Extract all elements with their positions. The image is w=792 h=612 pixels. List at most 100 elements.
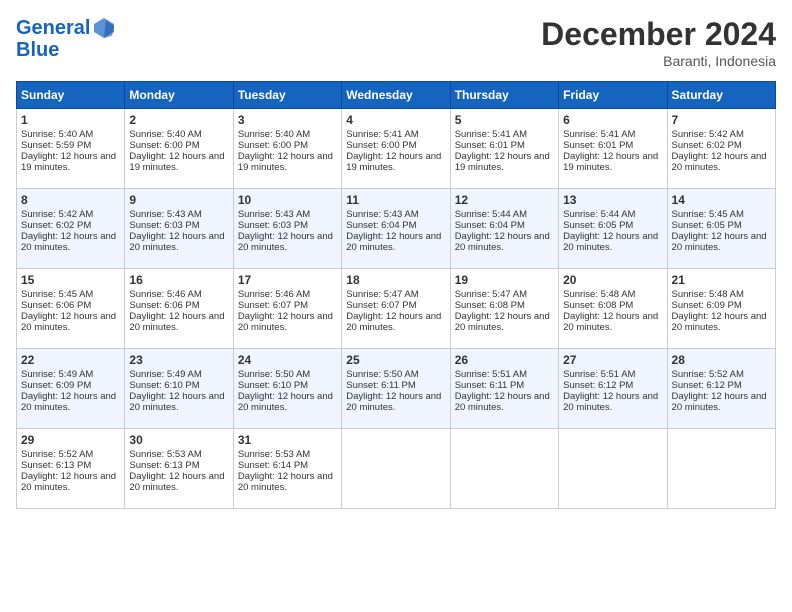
sunrise: Sunrise: 5:42 AM [21, 209, 93, 220]
daylight-label: Daylight: 12 hours and 19 minutes. [21, 151, 116, 173]
calendar-cell: 5Sunrise: 5:41 AMSunset: 6:01 PMDaylight… [450, 109, 558, 189]
sunrise: Sunrise: 5:43 AM [346, 209, 418, 220]
day-number: 31 [238, 433, 337, 447]
daylight-label: Daylight: 12 hours and 19 minutes. [238, 151, 333, 173]
calendar-cell: 13Sunrise: 5:44 AMSunset: 6:05 PMDayligh… [559, 189, 667, 269]
sunset: Sunset: 6:04 PM [346, 220, 416, 231]
sunset: Sunset: 6:07 PM [238, 300, 308, 311]
calendar-cell [342, 429, 450, 509]
daylight-label: Daylight: 12 hours and 20 minutes. [563, 231, 658, 253]
sunrise: Sunrise: 5:40 AM [21, 129, 93, 140]
daylight-label: Daylight: 12 hours and 19 minutes. [455, 151, 550, 173]
calendar-cell: 7Sunrise: 5:42 AMSunset: 6:02 PMDaylight… [667, 109, 775, 189]
daylight-label: Daylight: 12 hours and 20 minutes. [672, 151, 767, 173]
day-number: 29 [21, 433, 120, 447]
weekday-header: Saturday [667, 82, 775, 109]
daylight-label: Daylight: 12 hours and 19 minutes. [346, 151, 441, 173]
weekday-header: Friday [559, 82, 667, 109]
sunrise: Sunrise: 5:40 AM [238, 129, 310, 140]
sunrise: Sunrise: 5:52 AM [672, 369, 744, 380]
location: Baranti, Indonesia [541, 53, 776, 69]
day-number: 16 [129, 273, 228, 287]
calendar-cell: 23Sunrise: 5:49 AMSunset: 6:10 PMDayligh… [125, 349, 233, 429]
sunrise: Sunrise: 5:44 AM [455, 209, 527, 220]
day-number: 10 [238, 193, 337, 207]
daylight-label: Daylight: 12 hours and 20 minutes. [238, 311, 333, 333]
calendar-row: 15Sunrise: 5:45 AMSunset: 6:06 PMDayligh… [17, 269, 776, 349]
sunset: Sunset: 6:08 PM [455, 300, 525, 311]
sunrise: Sunrise: 5:51 AM [563, 369, 635, 380]
daylight-label: Daylight: 12 hours and 20 minutes. [346, 231, 441, 253]
day-number: 6 [563, 113, 662, 127]
daylight-label: Daylight: 12 hours and 20 minutes. [21, 231, 116, 253]
sunset: Sunset: 6:07 PM [346, 300, 416, 311]
calendar-cell: 24Sunrise: 5:50 AMSunset: 6:10 PMDayligh… [233, 349, 341, 429]
day-number: 24 [238, 353, 337, 367]
day-number: 7 [672, 113, 771, 127]
sunset: Sunset: 5:59 PM [21, 140, 91, 151]
sunset: Sunset: 6:10 PM [238, 380, 308, 391]
daylight-label: Daylight: 12 hours and 20 minutes. [346, 391, 441, 413]
calendar-cell: 9Sunrise: 5:43 AMSunset: 6:03 PMDaylight… [125, 189, 233, 269]
sunset: Sunset: 6:09 PM [672, 300, 742, 311]
calendar-cell: 11Sunrise: 5:43 AMSunset: 6:04 PMDayligh… [342, 189, 450, 269]
day-number: 30 [129, 433, 228, 447]
sunset: Sunset: 6:11 PM [455, 380, 525, 391]
day-number: 5 [455, 113, 554, 127]
daylight-label: Daylight: 12 hours and 20 minutes. [455, 311, 550, 333]
calendar-cell: 31Sunrise: 5:53 AMSunset: 6:14 PMDayligh… [233, 429, 341, 509]
day-number: 3 [238, 113, 337, 127]
calendar-row: 8Sunrise: 5:42 AMSunset: 6:02 PMDaylight… [17, 189, 776, 269]
calendar-cell: 16Sunrise: 5:46 AMSunset: 6:06 PMDayligh… [125, 269, 233, 349]
month-title: December 2024 [541, 16, 776, 53]
daylight-label: Daylight: 12 hours and 20 minutes. [455, 231, 550, 253]
sunset: Sunset: 6:01 PM [563, 140, 633, 151]
daylight-label: Daylight: 12 hours and 20 minutes. [346, 311, 441, 333]
sunrise: Sunrise: 5:45 AM [672, 209, 744, 220]
sunrise: Sunrise: 5:49 AM [21, 369, 93, 380]
day-number: 9 [129, 193, 228, 207]
sunrise: Sunrise: 5:48 AM [672, 289, 744, 300]
day-number: 2 [129, 113, 228, 127]
sunset: Sunset: 6:11 PM [346, 380, 416, 391]
day-number: 21 [672, 273, 771, 287]
sunset: Sunset: 6:02 PM [21, 220, 91, 231]
calendar-cell: 19Sunrise: 5:47 AMSunset: 6:08 PMDayligh… [450, 269, 558, 349]
daylight-label: Daylight: 12 hours and 20 minutes. [129, 231, 224, 253]
calendar-cell: 1 Sunrise: 5:40 AMSunset: 5:59 PMDaylight… [17, 109, 125, 189]
logo-icon [92, 16, 116, 40]
calendar-cell [559, 429, 667, 509]
daylight-label: Daylight: 12 hours and 20 minutes. [563, 311, 658, 333]
sunset: Sunset: 6:12 PM [563, 380, 633, 391]
weekday-header: Thursday [450, 82, 558, 109]
header-row: SundayMondayTuesdayWednesdayThursdayFrid… [17, 82, 776, 109]
sunset: Sunset: 6:09 PM [21, 380, 91, 391]
day-number: 12 [455, 193, 554, 207]
daylight-label: Daylight: 12 hours and 20 minutes. [21, 391, 116, 413]
day-number: 25 [346, 353, 445, 367]
calendar-cell: 6Sunrise: 5:41 AMSunset: 6:01 PMDaylight… [559, 109, 667, 189]
day-number: 28 [672, 353, 771, 367]
sunrise: Sunrise: 5:50 AM [346, 369, 418, 380]
sunset: Sunset: 6:05 PM [563, 220, 633, 231]
calendar-cell: 12 Sunrise: 5:44 AMSunset: 6:04 PMDayligh… [450, 189, 558, 269]
sunset: Sunset: 6:04 PM [455, 220, 525, 231]
page-header: General Blue December 2024 Baranti, Indo… [16, 16, 776, 69]
day-number: 8 [21, 193, 120, 207]
sunset: Sunset: 6:00 PM [238, 140, 308, 151]
daylight-label: Daylight: 12 hours and 20 minutes. [455, 391, 550, 413]
calendar-cell: 20Sunrise: 5:48 AMSunset: 6:08 PMDayligh… [559, 269, 667, 349]
daylight-label: Daylight: 12 hours and 20 minutes. [672, 311, 767, 333]
calendar-cell: 22Sunrise: 5:49 AMSunset: 6:09 PMDayligh… [17, 349, 125, 429]
sunset: Sunset: 6:13 PM [21, 460, 91, 471]
calendar-cell: 3 Sunrise: 5:40 AMSunset: 6:00 PMDaylight… [233, 109, 341, 189]
sunrise: Sunrise: 5:40 AM [129, 129, 201, 140]
sunrise: Sunrise: 5:44 AM [563, 209, 635, 220]
sunset: Sunset: 6:10 PM [129, 380, 199, 391]
sunrise: Sunrise: 5:47 AM [455, 289, 527, 300]
day-number: 26 [455, 353, 554, 367]
sunrise: Sunrise: 5:46 AM [129, 289, 201, 300]
calendar-cell: 10Sunrise: 5:43 AMSunset: 6:03 PMDayligh… [233, 189, 341, 269]
day-number: 23 [129, 353, 228, 367]
day-number: 1 [21, 113, 120, 127]
